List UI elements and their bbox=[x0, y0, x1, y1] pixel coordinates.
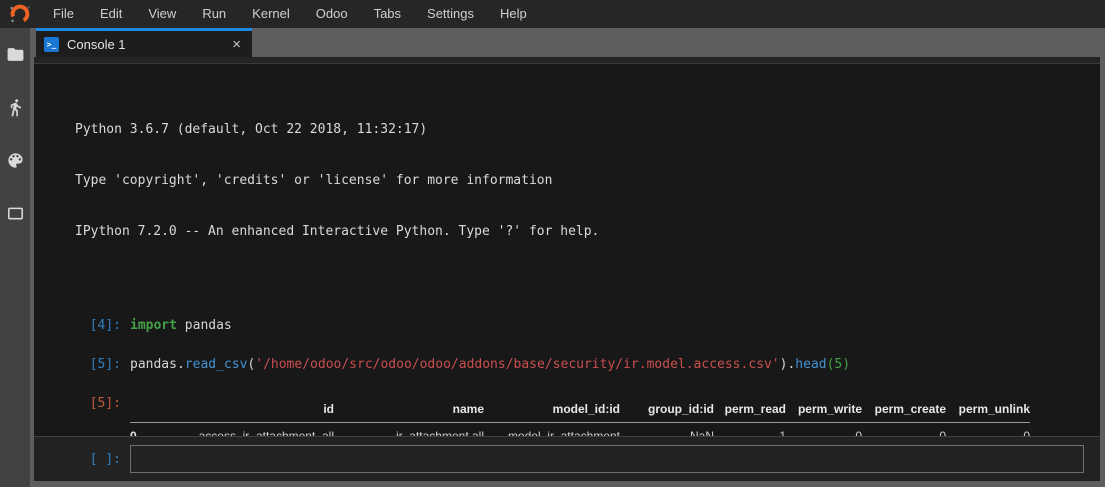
menu-item-tabs[interactable]: Tabs bbox=[361, 0, 414, 28]
console-code-input[interactable] bbox=[130, 445, 1084, 473]
table-cell: model_ir_attachment bbox=[484, 423, 620, 437]
banner-line: Python 3.6.7 (default, Oct 22 2018, 11:3… bbox=[75, 121, 1100, 138]
table-cell: 0 bbox=[786, 423, 862, 437]
console-input-cell: [ ]: bbox=[34, 436, 1100, 481]
column-header-model_id:id: model_id:id bbox=[484, 398, 620, 423]
table-cell: NaN bbox=[620, 423, 714, 437]
menubar: FileEditViewRunKernelOdooTabsSettingsHel… bbox=[0, 0, 1105, 28]
input-prompt: [4]: bbox=[34, 317, 121, 334]
code-token: import bbox=[130, 318, 177, 333]
tab-title: Console 1 bbox=[67, 37, 229, 52]
close-icon[interactable]: × bbox=[229, 36, 244, 53]
kernel-banner: Python 3.6.7 (default, Oct 22 2018, 11:3… bbox=[75, 87, 1100, 274]
menu-item-file[interactable]: File bbox=[40, 0, 87, 28]
menu-item-odoo[interactable]: Odoo bbox=[303, 0, 361, 28]
output-cell-5: [5]: idnamemodel_id:idgroup_id:idperm_re… bbox=[34, 396, 1100, 436]
console-scroll-region[interactable]: Python 3.6.7 (default, Oct 22 2018, 11:3… bbox=[34, 64, 1100, 436]
code-token: (5) bbox=[827, 357, 850, 372]
column-header-name: name bbox=[334, 398, 484, 423]
table-cell: 1 bbox=[714, 423, 786, 437]
index-header bbox=[130, 398, 154, 423]
column-header-perm_read: perm_read bbox=[714, 398, 786, 423]
menu-item-kernel[interactable]: Kernel bbox=[239, 0, 303, 28]
menu-item-help[interactable]: Help bbox=[487, 0, 540, 28]
code-cell-4: [4]: import pandas bbox=[34, 317, 1100, 334]
table-row: 0access_ir_attachment_allir_attachment a… bbox=[130, 423, 1030, 437]
left-sidebar bbox=[0, 28, 30, 487]
menu-item-settings[interactable]: Settings bbox=[414, 0, 487, 28]
output-prompt: [5]: bbox=[34, 396, 121, 436]
banner-line: Type 'copyright', 'credits' or 'license'… bbox=[75, 172, 1100, 189]
console-panel: Python 3.6.7 (default, Oct 22 2018, 11:3… bbox=[34, 57, 1100, 481]
code-token: pandas bbox=[177, 318, 232, 333]
odoo-logo-icon bbox=[0, 2, 40, 26]
column-header-id: id bbox=[154, 398, 334, 423]
empty-input-prompt: [ ]: bbox=[34, 452, 121, 467]
code-token: pandas. bbox=[130, 357, 185, 372]
jupyterlab-window: FileEditViewRunKernelOdooTabsSettingsHel… bbox=[0, 0, 1105, 487]
column-header-perm_unlink: perm_unlink bbox=[946, 398, 1030, 423]
banner-line: IPython 7.2.0 -- An enhanced Interactive… bbox=[75, 223, 1100, 240]
code-token: read_csv bbox=[185, 357, 248, 372]
main-dock-panel: >_ Console 1 × Python 3.6.7 (default, Oc… bbox=[30, 28, 1105, 487]
table-cell: ir_attachment all bbox=[334, 423, 484, 437]
menu-item-edit[interactable]: Edit bbox=[87, 0, 135, 28]
code-line: import pandas bbox=[121, 317, 232, 334]
code-token: '/home/odoo/src/odoo/odoo/addons/base/se… bbox=[255, 357, 779, 372]
workspace: >_ Console 1 × Python 3.6.7 (default, Oc… bbox=[0, 28, 1105, 487]
tab-console-1[interactable]: >_ Console 1 × bbox=[36, 28, 252, 57]
code-token: head bbox=[795, 357, 826, 372]
console-icon: >_ bbox=[44, 37, 59, 52]
table-cell: 0 bbox=[862, 423, 946, 437]
input-prompt: [5]: bbox=[34, 356, 121, 373]
menu-items: FileEditViewRunKernelOdooTabsSettingsHel… bbox=[40, 0, 540, 28]
table-cell: 0 bbox=[946, 423, 1030, 437]
row-index: 0 bbox=[130, 423, 154, 437]
code-cell-5: [5]: pandas.read_csv('/home/odoo/src/odo… bbox=[34, 356, 1100, 373]
table-header-row: idnamemodel_id:idgroup_id:idperm_readper… bbox=[130, 398, 1030, 423]
dataframe-output: idnamemodel_id:idgroup_id:idperm_readper… bbox=[121, 396, 1030, 436]
console-toolbar bbox=[34, 57, 1100, 64]
column-header-perm_create: perm_create bbox=[862, 398, 946, 423]
column-header-perm_write: perm_write bbox=[786, 398, 862, 423]
column-header-group_id:id: group_id:id bbox=[620, 398, 714, 423]
command-palette-icon[interactable] bbox=[5, 150, 25, 170]
code-token: ). bbox=[780, 357, 796, 372]
file-browser-icon[interactable] bbox=[5, 44, 25, 64]
dataframe-table: idnamemodel_id:idgroup_id:idperm_readper… bbox=[130, 398, 1030, 436]
running-kernels-icon[interactable] bbox=[5, 97, 25, 117]
menu-item-view[interactable]: View bbox=[135, 0, 189, 28]
menu-item-run[interactable]: Run bbox=[189, 0, 239, 28]
table-cell: access_ir_attachment_all bbox=[154, 423, 334, 437]
open-tabs-icon[interactable] bbox=[5, 203, 25, 223]
code-line: pandas.read_csv('/home/odoo/src/odoo/odo… bbox=[121, 356, 850, 373]
tab-bar: >_ Console 1 × bbox=[34, 28, 1100, 57]
